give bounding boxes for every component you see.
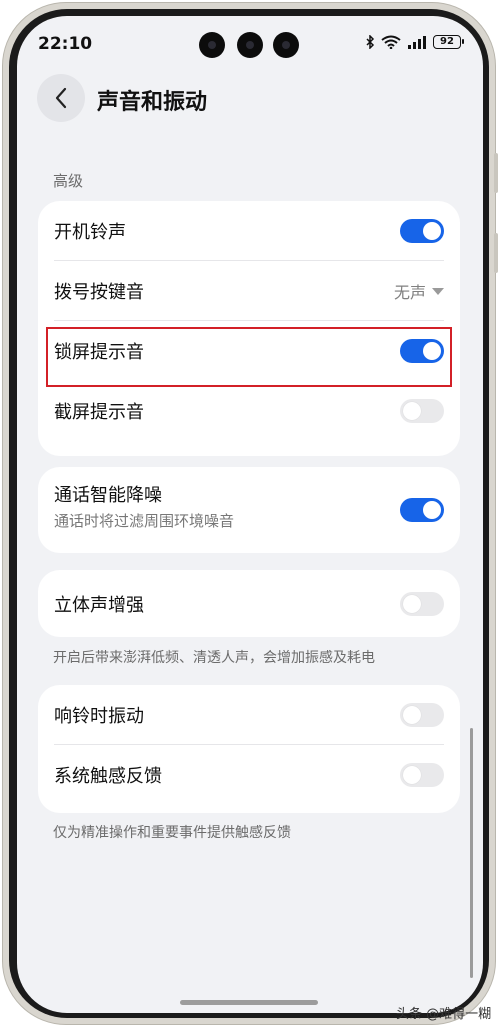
dial-tone-select[interactable]: 无声 (394, 279, 444, 303)
toggle-knob (403, 706, 421, 724)
page-title: 声音和振动 (97, 90, 208, 115)
side-button (494, 233, 498, 273)
setting-label: 拨号按键音 (54, 282, 144, 303)
setting-row-dial-tone[interactable]: 拨号按键音 无声 (38, 261, 460, 321)
settings-card-stereo: 立体声增强 (38, 570, 460, 637)
haptics-note: 仅为精准操作和重要事件提供触感反馈 (53, 825, 291, 841)
toggle-knob (403, 402, 421, 420)
setting-row-ring-vibrate[interactable]: 响铃时振动 (38, 685, 460, 745)
toggle-knob (423, 501, 441, 519)
settings-card-noise: 通话智能降噪 通话时将过滤周围环境噪音 (38, 467, 460, 553)
signal-icon (408, 36, 426, 49)
select-value: 无声 (393, 283, 426, 302)
dropdown-triangle-icon (432, 287, 444, 295)
bluetooth-icon (366, 35, 375, 49)
setting-row-haptic-feedback[interactable]: 系统触感反馈 (38, 745, 460, 805)
side-button (494, 153, 498, 193)
haptic-feedback-toggle[interactable] (400, 763, 444, 787)
setting-label: 通话智能降噪 (54, 485, 162, 506)
screenshot-sound-toggle[interactable] (400, 399, 444, 423)
stereo-note: 开启后带来澎湃低频、清透人声，会增加振感及耗电 (53, 650, 375, 666)
status-time: 22:10 (38, 34, 93, 54)
setting-label: 系统触感反馈 (54, 766, 162, 787)
toggle-knob (403, 594, 421, 613)
header: 声音和振动 (17, 74, 483, 130)
battery-icon: 92 (433, 35, 464, 49)
stereo-toggle[interactable] (400, 591, 444, 616)
home-indicator[interactable] (180, 1000, 318, 1005)
setting-row-noise-reduction[interactable]: 通话智能降噪 通话时将过滤周围环境噪音 (38, 467, 460, 553)
status-bar: 22:10 92 (17, 16, 483, 76)
camera-icon (199, 32, 225, 58)
section-label: 高级 (53, 172, 84, 190)
toggle-knob (423, 222, 441, 240)
noise-reduction-toggle[interactable] (400, 498, 444, 522)
setting-row-stereo[interactable]: 立体声增强 (38, 570, 460, 637)
setting-label: 响铃时振动 (54, 706, 144, 727)
camera-icon (237, 32, 263, 58)
boot-ringtone-toggle[interactable] (400, 219, 444, 243)
setting-row-boot-ringtone[interactable]: 开机铃声 (38, 201, 460, 261)
highlight-box (46, 327, 452, 387)
wifi-icon (381, 35, 401, 49)
chevron-left-icon (55, 87, 67, 109)
setting-subtitle: 通话时将过滤周围环境噪音 (54, 512, 235, 530)
setting-label: 截屏提示音 (54, 402, 144, 423)
card-padding (38, 441, 460, 456)
toggle-knob (403, 766, 421, 784)
setting-label: 开机铃声 (54, 222, 126, 243)
screen: 22:10 92 声音和振动 高级 开机铃声 拨号按键音 无声 锁屏提示音 截屏… (17, 16, 483, 1013)
setting-row-screenshot-sound[interactable]: 截屏提示音 (38, 381, 460, 441)
status-icons: 92 (365, 35, 464, 49)
scrollbar[interactable] (470, 728, 473, 978)
ring-vibrate-toggle[interactable] (400, 703, 444, 727)
back-button[interactable] (37, 74, 85, 122)
settings-card-haptics: 响铃时振动 系统触感反馈 (38, 685, 460, 813)
setting-label: 立体声增强 (54, 594, 144, 616)
camera-icon (273, 32, 299, 58)
watermark: 头条 @难得一糊 (396, 1007, 492, 1022)
